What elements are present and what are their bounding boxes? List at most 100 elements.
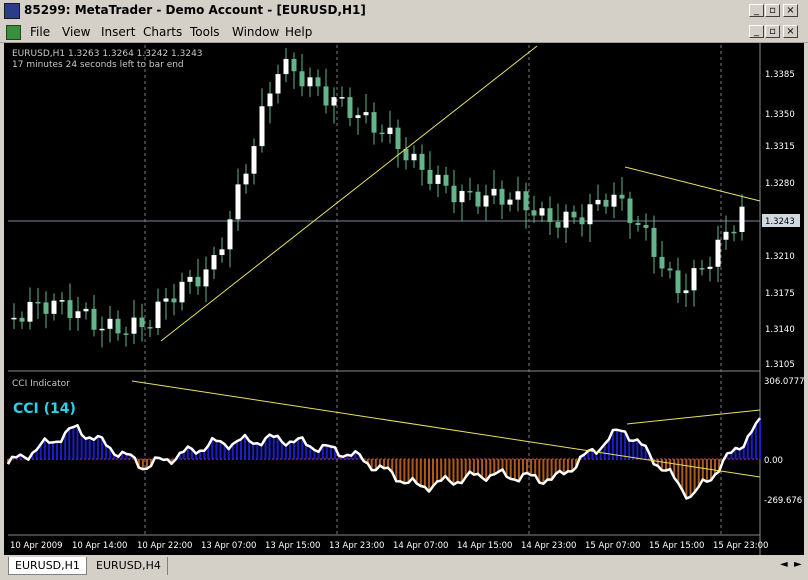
child-close-button[interactable]: × [783, 25, 798, 38]
title-bar: 85299: MetaTrader - Demo Account - [EURU… [0, 0, 808, 23]
menu-window[interactable]: Window [232, 25, 279, 39]
candle-bull [363, 112, 369, 116]
indicator-label: CCI Indicator [12, 379, 70, 389]
time-tick: 10 Apr 2009 [10, 541, 63, 551]
cci-line [6, 417, 761, 500]
candle-bull [267, 93, 273, 107]
time-tick: 14 Apr 15:00 [457, 541, 512, 551]
candle-bull [83, 308, 89, 312]
candle-bear [675, 270, 681, 294]
candle-bear [427, 169, 433, 184]
candle-bull [411, 153, 417, 161]
menu-file[interactable]: File [30, 25, 50, 39]
price-tick: 1.3350 [765, 110, 795, 120]
menu-insert[interactable]: Insert [101, 25, 135, 39]
candle-bear [523, 191, 529, 211]
menu-tools[interactable]: Tools [190, 25, 220, 39]
candle-bull [11, 317, 17, 320]
candle-bear [43, 302, 49, 314]
time-tick: 15 Apr 07:00 [585, 541, 640, 551]
time-tick: 15 Apr 23:00 [713, 541, 768, 551]
candle-bull [595, 199, 601, 205]
candle-bull [163, 298, 169, 302]
candle-bear [123, 333, 129, 335]
candle-bear [19, 317, 25, 322]
close-button[interactable]: × [783, 4, 798, 17]
candle-bull [331, 97, 337, 106]
candle-bull [203, 269, 209, 287]
minimize-button[interactable]: _ [749, 4, 764, 17]
time-tick: 14 Apr 07:00 [393, 541, 448, 551]
candle-bear [643, 224, 649, 228]
candle-bear [619, 194, 625, 199]
time-tick: 13 Apr 15:00 [265, 541, 320, 551]
tab-eurusd-h1[interactable]: EURUSD,H1 [8, 557, 87, 575]
candle-bull [483, 195, 489, 207]
candle-bear [603, 199, 609, 207]
candle-bear [379, 132, 385, 135]
candle-bull [251, 146, 257, 174]
candle-bear [147, 327, 153, 329]
time-axis: 10 Apr 2009 10 Apr 14:00 10 Apr 22:00 13… [10, 541, 768, 551]
candle-bear [115, 318, 121, 334]
tab-scroll-left-icon[interactable]: ◄ [780, 559, 788, 570]
candle-bull [563, 211, 569, 228]
candle-bull [435, 174, 441, 184]
candle-bear [659, 256, 665, 269]
candle-bear [67, 300, 73, 319]
candle-bear [195, 276, 201, 287]
candle-bull [235, 184, 241, 220]
candle-bull [611, 194, 617, 207]
candle-bull [283, 58, 289, 75]
candle-bull [539, 208, 545, 216]
candle-bear [347, 97, 353, 118]
candle-bear [571, 211, 577, 218]
menu-charts[interactable]: Charts [143, 25, 182, 39]
menu-view[interactable]: View [62, 25, 90, 39]
candle-bear [419, 153, 425, 170]
cci-tick: 0.00 [764, 456, 783, 466]
candle-bear [467, 190, 473, 193]
candle-bear [371, 112, 377, 133]
candle-bull [515, 191, 521, 200]
candle-bull [491, 188, 497, 196]
candle-bull [243, 173, 249, 185]
cci-histogram [7, 418, 761, 499]
child-minimize-button[interactable]: _ [749, 25, 764, 38]
candle-bull [307, 77, 313, 87]
candle-bear [139, 317, 145, 328]
candle-bull [155, 301, 161, 328]
candle-bear [667, 268, 673, 271]
price-tick: 1.3280 [765, 179, 795, 189]
candle-bear [475, 191, 481, 207]
cci-axis: 306.0777 0.00 -269.676 [764, 377, 805, 506]
chart-document-icon[interactable] [6, 25, 21, 40]
tab-scroll-right-icon[interactable]: ► [794, 559, 802, 570]
candle-bull [51, 300, 57, 314]
restore-button[interactable]: ▫ [765, 4, 780, 17]
time-tick: 13 Apr 07:00 [201, 541, 256, 551]
cci-title: CCI (14) [13, 401, 76, 417]
price-chart-svg[interactable]: EURUSD,H1 1.3263 1.3264 1.3242 1.3243 17… [4, 43, 805, 555]
price-tick: 1.3315 [765, 142, 795, 152]
candle-bull [259, 106, 265, 147]
candle-bull [179, 281, 185, 303]
price-tick: 1.3105 [765, 360, 795, 370]
chart-window[interactable]: EURUSD,H1 1.3263 1.3264 1.3242 1.3243 17… [4, 43, 805, 555]
candle-bear [443, 174, 449, 186]
candle-bull [275, 74, 281, 94]
time-tick: 13 Apr 23:00 [329, 541, 384, 551]
time-tick: 10 Apr 14:00 [72, 541, 127, 551]
candle-bear [35, 301, 41, 304]
time-tick: 14 Apr 23:00 [521, 541, 576, 551]
candle-bull [707, 266, 713, 269]
candle-bull [739, 206, 745, 233]
candle-bull [75, 311, 81, 319]
candle-bull [715, 239, 721, 267]
candle-bear [299, 71, 305, 87]
candle-bear [451, 185, 457, 203]
tab-eurusd-h4[interactable]: EURUSD,H4 [90, 557, 168, 575]
child-restore-button[interactable]: ▫ [765, 25, 780, 38]
window-title: 85299: MetaTrader - Demo Account - [EURU… [24, 3, 366, 17]
menu-help[interactable]: Help [285, 25, 312, 39]
